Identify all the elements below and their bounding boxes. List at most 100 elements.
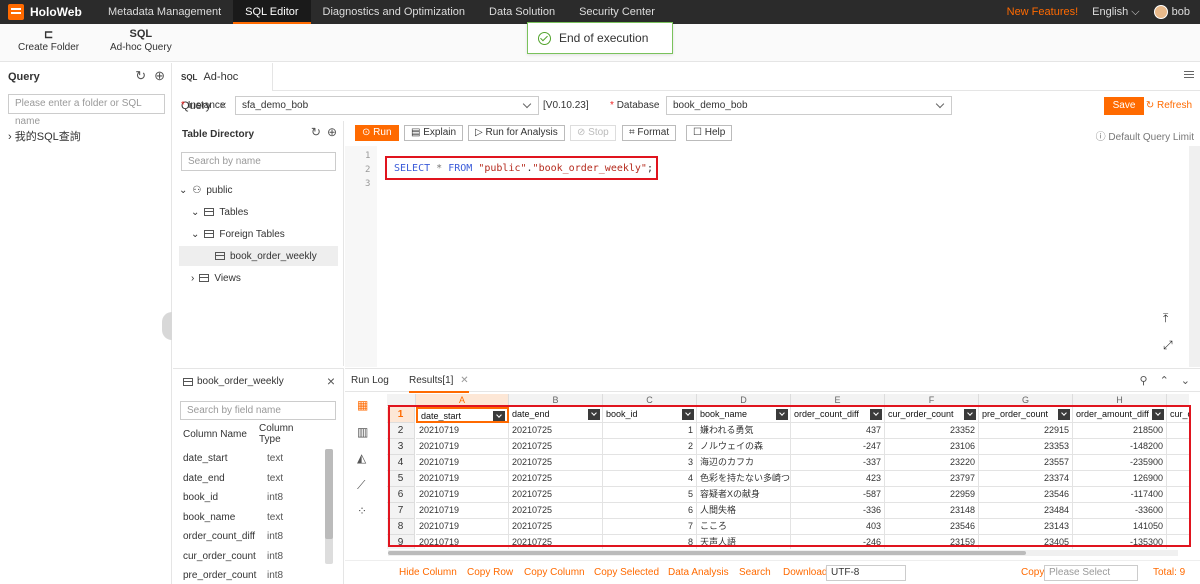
pin-icon[interactable]: ⚲ <box>1140 374 1148 387</box>
explain-button[interactable]: ▤ Explain <box>404 125 464 141</box>
data-analysis-button[interactable]: Data Analysis <box>668 567 729 578</box>
table-cell[interactable]: 20210719 <box>416 439 509 455</box>
column-letter[interactable]: D <box>697 394 791 406</box>
table-cell[interactable]: 20210719 <box>416 487 509 503</box>
table-cell[interactable]: 20210725 <box>509 423 603 439</box>
header-cell[interactable]: order_count_diff <box>791 407 885 423</box>
table-cell[interactable]: -246 <box>791 535 885 549</box>
table-cell[interactable]: 天声人語 <box>697 535 791 549</box>
column-name[interactable]: pre_order_count <box>183 570 256 581</box>
table-cell[interactable]: 20210725 <box>509 439 603 455</box>
column-letter[interactable]: G <box>979 394 1073 406</box>
dropdown-icon[interactable] <box>1058 409 1070 420</box>
dropdown-icon[interactable] <box>1152 409 1164 420</box>
stop-button[interactable]: ⊘ Stop <box>570 125 616 141</box>
table-cell[interactable] <box>1167 439 1189 455</box>
table-cell[interactable] <box>1167 455 1189 471</box>
table-search-input[interactable]: Search by name <box>181 152 336 171</box>
holoweb-logo[interactable]: HoloWeb <box>8 4 82 20</box>
default-query-limit[interactable]: ⓘ Default Query Limit <box>1096 128 1194 143</box>
scatter-chart-icon[interactable]: ⁘ <box>357 504 367 518</box>
locate-icon[interactable]: ⊕ <box>154 68 165 84</box>
table-cell[interactable]: 23148 <box>885 503 979 519</box>
sql-editor[interactable]: 1 2 3 SELECT * FROM "public"."book_order… <box>345 146 1189 367</box>
save-button[interactable]: Save <box>1104 97 1144 115</box>
collapse-up-icon[interactable]: ⌃ <box>1160 374 1169 387</box>
table-cell[interactable]: 23352 <box>885 423 979 439</box>
table-cell[interactable]: 23546 <box>979 487 1073 503</box>
copy-column-button[interactable]: Copy Column <box>524 567 585 578</box>
run-button[interactable]: ⊙ Run <box>355 125 399 141</box>
table-cell[interactable]: -336 <box>791 503 885 519</box>
folder-search-input[interactable]: Please enter a folder or SQL name <box>8 94 165 127</box>
table-cell[interactable]: -235900 <box>1073 455 1167 471</box>
row-number[interactable]: 3 <box>387 439 415 455</box>
nav-sql-editor[interactable]: SQL Editor <box>233 0 311 24</box>
results-grid[interactable]: A B C D E F G H 1 date_start date_end book_id book_n… <box>387 394 1189 549</box>
nav-diagnostics[interactable]: Diagnostics and Optimization <box>311 0 477 24</box>
table-cell[interactable]: 22959 <box>885 487 979 503</box>
tree-schema-public[interactable]: ⌄ ⚇ public <box>179 180 233 200</box>
table-cell[interactable]: 5 <box>603 487 697 503</box>
instance-select[interactable]: sfa_demo_bob <box>235 96 539 115</box>
copy-format-select[interactable]: Please Select <box>1044 565 1138 581</box>
table-cell[interactable]: 22915 <box>979 423 1073 439</box>
run-analysis-button[interactable]: ▷ Run for Analysis <box>468 125 565 141</box>
language-select[interactable]: English ⌵ <box>1092 6 1139 19</box>
table-cell[interactable]: 23143 <box>979 519 1073 535</box>
line-chart-icon[interactable]: ⟋ <box>357 478 365 493</box>
row-number[interactable]: 4 <box>387 455 415 471</box>
user-menu[interactable]: bob <box>1153 5 1190 19</box>
table-cell[interactable] <box>1167 471 1189 487</box>
column-name[interactable]: cur_order_count <box>183 551 256 562</box>
header-cell[interactable]: date_start <box>416 407 509 423</box>
header-cell[interactable]: cur_order_count <box>885 407 979 423</box>
header-cell[interactable]: book_name <box>697 407 791 423</box>
table-cell[interactable]: 20210719 <box>416 535 509 549</box>
table-cell[interactable] <box>1167 535 1189 549</box>
header-cell[interactable]: cur_o <box>1167 407 1189 423</box>
column-name[interactable]: order_count_diff <box>183 531 255 542</box>
table-cell[interactable]: ノルウェイの森 <box>697 439 791 455</box>
row-number[interactable]: 2 <box>387 423 415 439</box>
table-cell[interactable] <box>1167 503 1189 519</box>
table-cell[interactable]: 6 <box>603 503 697 519</box>
table-cell[interactable]: 23106 <box>885 439 979 455</box>
column-letter[interactable]: A <box>416 394 509 406</box>
column-name[interactable]: book_name <box>183 512 235 523</box>
row-number[interactable]: 5 <box>387 471 415 487</box>
table-cell[interactable]: 423 <box>791 471 885 487</box>
tab-run-log[interactable]: Run Log <box>351 369 389 393</box>
column-letter[interactable]: E <box>791 394 885 406</box>
header-cell[interactable]: order_amount_diff <box>1073 407 1167 423</box>
table-cell[interactable]: 20210725 <box>509 471 603 487</box>
table-cell[interactable]: 23557 <box>979 455 1073 471</box>
table-cell[interactable]: 3 <box>603 455 697 471</box>
new-features-link[interactable]: New Features! <box>1007 6 1079 18</box>
locate-icon[interactable]: ⊕ <box>327 125 337 139</box>
tree-views[interactable]: › Views <box>191 268 241 288</box>
dropdown-icon[interactable] <box>964 409 976 420</box>
table-cell[interactable]: 海辺のカフカ <box>697 455 791 471</box>
hide-column-button[interactable]: Hide Column <box>399 567 457 578</box>
tree-foreign-tables[interactable]: ⌄ Foreign Tables <box>191 224 285 244</box>
dropdown-icon[interactable] <box>588 409 600 420</box>
table-cell[interactable]: 23374 <box>979 471 1073 487</box>
column-letter[interactable]: F <box>885 394 979 406</box>
columns-scrollbar[interactable] <box>325 449 333 564</box>
menu-icon[interactable] <box>1184 71 1194 72</box>
table-cell[interactable]: -337 <box>791 455 885 471</box>
help-button[interactable]: ☐ Help <box>686 125 733 141</box>
collapse-handle[interactable] <box>162 312 172 340</box>
table-cell[interactable]: 126900 <box>1073 471 1167 487</box>
header-cell[interactable]: book_id <box>603 407 697 423</box>
table-cell[interactable]: 23484 <box>979 503 1073 519</box>
bar-chart-icon[interactable]: ▥ <box>357 425 368 439</box>
tree-tables[interactable]: ⌄ Tables <box>191 202 248 222</box>
table-cell[interactable]: 8 <box>603 535 697 549</box>
table-cell[interactable]: -587 <box>791 487 885 503</box>
table-cell[interactable] <box>1167 519 1189 535</box>
table-cell[interactable]: 23405 <box>979 535 1073 549</box>
editor-scrollbar[interactable] <box>1189 146 1200 367</box>
table-cell[interactable]: 容疑者Xの献身 <box>697 487 791 503</box>
